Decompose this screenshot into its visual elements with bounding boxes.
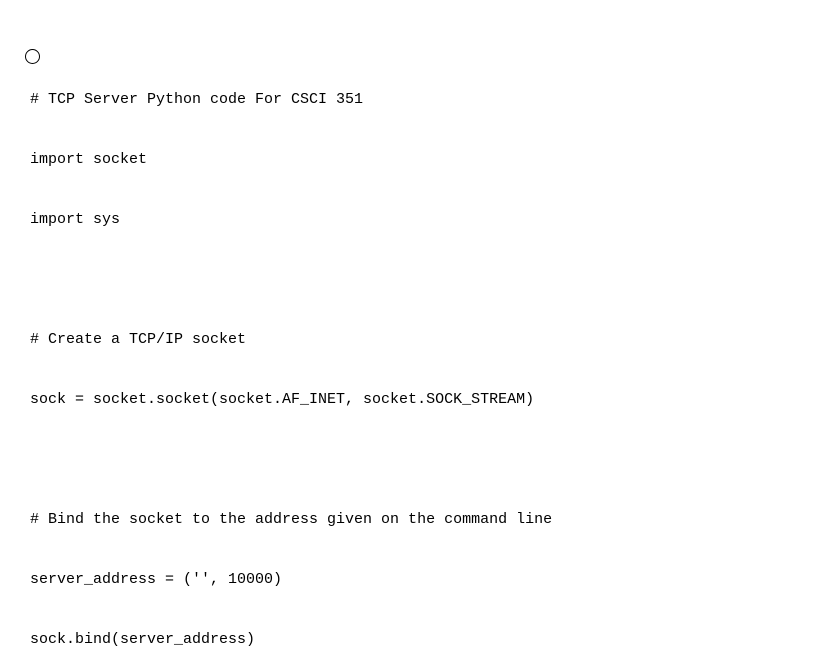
code-line: import sys	[30, 210, 822, 230]
code-line: # Create a TCP/IP socket	[30, 330, 822, 350]
code-line: import socket	[30, 150, 822, 170]
code-line	[30, 270, 822, 290]
hand-drawn-circle-annotation	[25, 49, 40, 64]
code-line: # TCP Server Python code For CSCI 351	[30, 90, 822, 110]
code-line: # Bind the socket to the address given o…	[30, 510, 822, 530]
code-document: # TCP Server Python code For CSCI 351 im…	[0, 0, 822, 662]
code-line: sock = socket.socket(socket.AF_INET, soc…	[30, 390, 822, 410]
code-line	[30, 450, 822, 470]
code-line: server_address = ('', 10000)	[30, 570, 822, 590]
code-line: sock.bind(server_address)	[30, 630, 822, 650]
